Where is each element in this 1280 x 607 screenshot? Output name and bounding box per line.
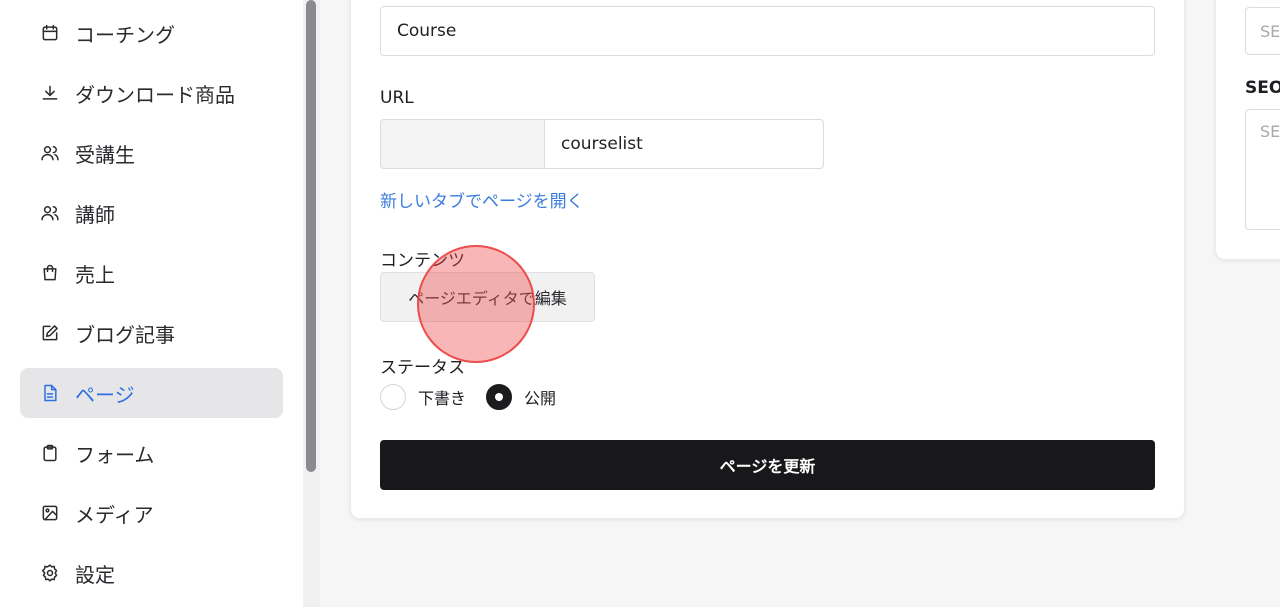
sidebar-item-forms[interactable]: フォーム	[20, 428, 283, 478]
sidebar-item-students[interactable]: 受講生	[20, 128, 283, 178]
url-label: URL	[380, 88, 414, 108]
sidebar-item-coaching[interactable]: コーチング	[20, 8, 283, 58]
file-text-icon	[39, 382, 61, 404]
sidebar-item-label: ページ	[75, 382, 135, 407]
sidebar-scrollbar-thumb[interactable]	[306, 0, 316, 472]
sidebar-item-label: コーチング	[75, 22, 175, 47]
sidebar-item-settings[interactable]: 設定	[20, 548, 283, 598]
calendar-icon	[39, 22, 61, 44]
edit-icon	[39, 322, 61, 344]
sidebar-item-media[interactable]: メディア	[20, 488, 283, 538]
image-icon	[39, 502, 61, 524]
status-draft-label[interactable]: 下書き	[418, 385, 466, 409]
open-in-new-tab-link[interactable]: 新しいタブでページを開く	[380, 187, 584, 212]
sidebar-item-blog-posts[interactable]: ブログ記事	[20, 308, 283, 358]
gear-icon	[39, 562, 61, 584]
status-draft-radio[interactable]	[380, 384, 406, 410]
page-title-input[interactable]: Course	[380, 6, 1155, 56]
status-radio-group: 下書き 公開	[380, 384, 576, 410]
sidebar: コーチング ダウンロード商品 受講生 講師 売上 ブログ記事 ページ フォーム …	[0, 0, 320, 607]
sidebar-item-label: ダウンロード商品	[75, 82, 235, 107]
sidebar-item-sales[interactable]: 売上	[20, 248, 283, 298]
clipboard-icon	[39, 442, 61, 464]
sidebar-item-label: 講師	[75, 202, 115, 227]
update-page-button[interactable]: ページを更新	[380, 440, 1155, 490]
url-slug-input[interactable]: courselist	[544, 119, 824, 169]
seo-description-textarea[interactable]: SE	[1245, 109, 1280, 230]
click-indicator	[417, 245, 535, 363]
sidebar-item-label: フォーム	[75, 442, 155, 467]
sidebar-item-label: メディア	[75, 502, 154, 527]
sidebar-item-label: 設定	[75, 562, 115, 587]
users-icon	[39, 142, 61, 164]
sidebar-item-label: ブログ記事	[75, 322, 175, 347]
sidebar-item-label: 受講生	[75, 142, 135, 167]
sidebar-item-download-products[interactable]: ダウンロード商品	[20, 68, 283, 118]
sidebar-item-pages[interactable]: ページ	[20, 368, 283, 418]
download-icon	[39, 82, 61, 104]
sidebar-item-label: 売上	[75, 262, 115, 287]
seo-label: SEO	[1245, 78, 1280, 98]
shopping-bag-icon	[39, 262, 61, 284]
seo-title-input[interactable]: SE	[1245, 7, 1280, 55]
url-prefix	[380, 119, 545, 169]
status-published-radio[interactable]	[486, 384, 513, 410]
users-icon	[39, 202, 61, 224]
sidebar-item-instructors[interactable]: 講師	[20, 188, 283, 238]
status-published-label[interactable]: 公開	[524, 385, 556, 409]
